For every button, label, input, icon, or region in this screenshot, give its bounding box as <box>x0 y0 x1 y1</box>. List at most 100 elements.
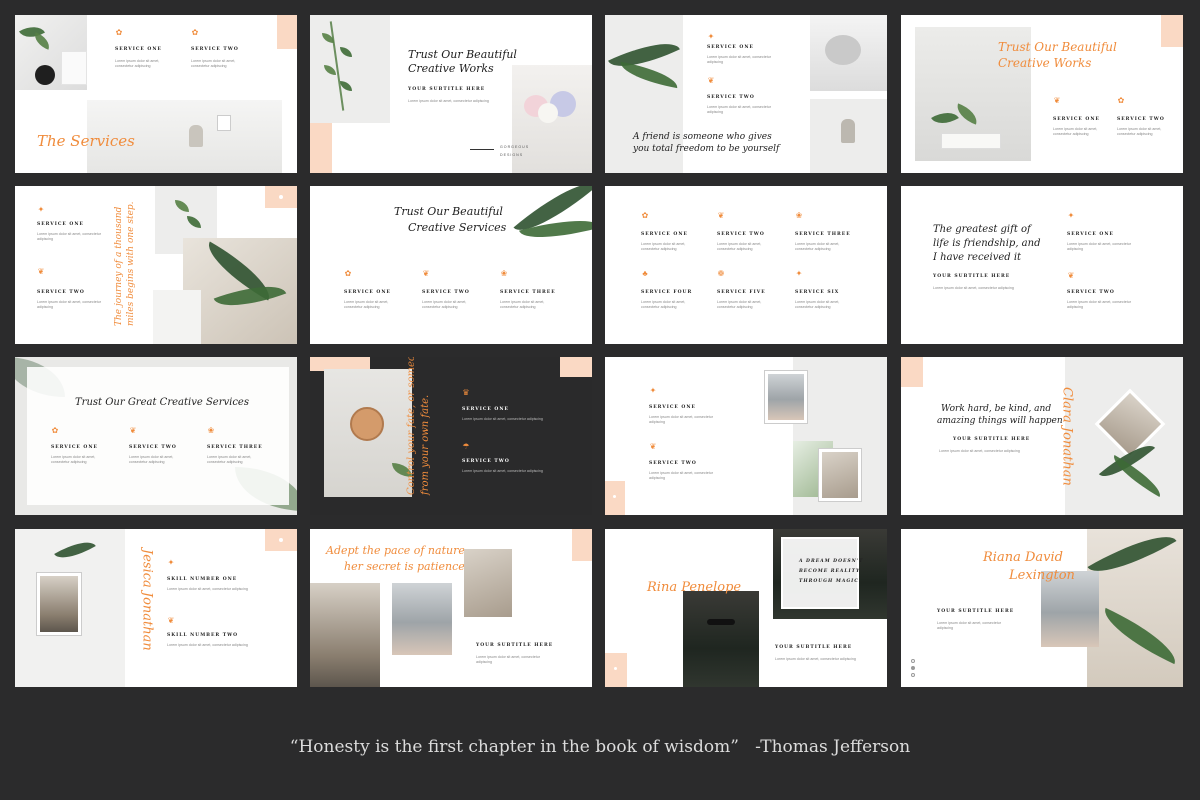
leaf-icon: ❦ <box>649 442 657 451</box>
service-label: SERVICE ONE <box>641 232 688 237</box>
slide-1[interactable]: The Services ✿ SERVICE ONE Lorem ipsum d… <box>15 15 297 173</box>
tag-line2: DESIGNS <box>500 153 524 157</box>
clock-icon <box>350 407 384 441</box>
flower-icon: ✿ <box>1117 96 1125 105</box>
slide-title-line2: life is friendship, and <box>933 238 1041 249</box>
slide-5[interactable]: ✦ SERVICE ONE Lorem ipsum dolor sit amet… <box>15 186 297 344</box>
service-label: SERVICE FOUR <box>641 290 693 295</box>
slide-12[interactable]: Work hard, be kind, and amazing things w… <box>901 357 1183 515</box>
slide-3[interactable]: ✦ SERVICE ONE Lorem ipsum dolor sit amet… <box>605 15 887 173</box>
slide-subtitle: YOUR SUBTITLE HERE <box>937 609 1015 614</box>
service-label: SERVICE TWO <box>191 47 239 52</box>
slide-subtitle: YOUR SUBTITLE HERE <box>408 87 486 92</box>
vertical-name: Jesica Jonathan <box>139 549 155 651</box>
service-label: SERVICE TWO <box>649 461 697 466</box>
service-label: SERVICE ONE <box>115 47 162 52</box>
slide-title-line3: I have received it <box>933 252 1022 263</box>
quote-line1: A DREAM DOESN'T <box>799 559 864 564</box>
service-text: Lorem ipsum dolor sit amet, consectetur … <box>500 300 545 309</box>
slide-title: Trust Our Great Creative Services <box>75 397 249 408</box>
slide-8[interactable]: The greatest gift of life is friendship,… <box>901 186 1183 344</box>
desk-photo <box>153 290 201 344</box>
vertical-name: Clara Jonathan <box>1059 387 1075 486</box>
portrait-photo <box>392 583 452 655</box>
slide-subtitle: YOUR SUBTITLE HERE <box>476 643 554 648</box>
content-card <box>27 367 289 505</box>
service-label: SERVICE TWO <box>422 290 470 295</box>
flower-icon: ✿ <box>115 28 123 37</box>
crown-icon: ♛ <box>462 388 470 397</box>
slide-13[interactable]: Jesica Jonathan ✦ SKILL NUMBER ONE Lorem… <box>15 529 297 687</box>
service-label: SERVICE ONE <box>1067 232 1114 237</box>
service-text: Lorem ipsum dolor sit amet, consectetur … <box>641 300 686 309</box>
slide-15[interactable]: A DREAM DOESN'T BECOME REALITY THROUGH M… <box>605 529 887 687</box>
portrait-photo <box>683 591 759 687</box>
chair <box>841 119 855 143</box>
picture-frame <box>217 115 231 131</box>
service-text: Lorem ipsum dolor sit amet, consectetur … <box>422 300 467 309</box>
page-dot <box>911 659 915 663</box>
service-text: Lorem ipsum dolor sit amet, consectetur … <box>1067 300 1131 309</box>
service-text: Lorem ipsum dolor sit amet, consectetur … <box>1117 127 1162 136</box>
slide-title-line2: Creative Works <box>998 56 1092 70</box>
slide-subtitle: YOUR SUBTITLE HERE <box>953 437 1031 442</box>
service-text: Lorem ipsum dolor sit amet, consectetur … <box>707 55 771 64</box>
accent-square <box>901 357 923 387</box>
accent-square <box>310 123 332 173</box>
slide-4[interactable]: Trust Our Beautiful Creative Works ❦ SER… <box>901 15 1183 173</box>
slide-11[interactable]: ✦ SERVICE ONE Lorem ipsum dolor sit amet… <box>605 357 887 515</box>
footer-quote: “Honesty is the first chapter in the boo… <box>0 737 1200 757</box>
magnifier-icon <box>35 65 55 85</box>
service-label: SERVICE TWO <box>37 290 85 295</box>
skill-text: Lorem ipsum dolor sit amet, consectetur … <box>167 587 248 591</box>
service-label: SERVICE THREE <box>500 290 556 295</box>
accent-dot <box>279 538 283 542</box>
slide-title: The Services <box>37 132 135 150</box>
service-label: SERVICE ONE <box>649 405 696 410</box>
slide-title-line1: Trust Our Beautiful <box>998 40 1117 54</box>
slide-10[interactable]: Control your fate, or someone else will.… <box>310 357 592 515</box>
service-text: Lorem ipsum dolor sit amet, consectetur … <box>129 455 174 464</box>
umbrella-icon: ☂ <box>462 442 470 451</box>
plant-photo <box>310 15 390 123</box>
body-text: Lorem ipsum dolor sit amet, consectetur … <box>937 621 1001 630</box>
service-text: Lorem ipsum dolor sit amet, consectetur … <box>795 300 840 309</box>
leaf-icon: ❦ <box>167 616 175 625</box>
slide-thumbnail-grid: The Services ✿ SERVICE ONE Lorem ipsum d… <box>0 0 1200 700</box>
divider <box>470 149 494 150</box>
chair <box>189 125 203 147</box>
slide-title-line1: Trust Our Beautiful <box>408 48 517 61</box>
slide-title-line2: Creative Services <box>408 221 507 234</box>
quote-text: “Honesty is the first chapter in the boo… <box>289 737 739 757</box>
service-text: Lorem ipsum dolor sit amet, consectetur … <box>1067 242 1131 251</box>
slide-16[interactable]: Riana David Lexington YOUR SUBTITLE HERE… <box>901 529 1183 687</box>
body-text: Lorem ipsum dolor sit amet, consectetur … <box>933 286 1014 290</box>
quote-line2: you total freedom to be yourself <box>633 144 780 154</box>
accent-dot <box>614 667 617 670</box>
accent-square <box>572 529 592 561</box>
service-label: SERVICE ONE <box>1053 117 1100 122</box>
service-text: Lorem ipsum dolor sit amet, consectetur … <box>649 471 713 480</box>
skill-text: Lorem ipsum dolor sit amet, consectetur … <box>167 643 248 647</box>
leaf-icon: ❦ <box>129 426 137 435</box>
flower-icon: ✿ <box>344 269 352 278</box>
deer-icon: ✦ <box>649 386 657 395</box>
slide-2[interactable]: Trust Our Beautiful Creative Works YOUR … <box>310 15 592 173</box>
vertical-quote-line2: miles begins with one step. <box>126 201 136 326</box>
service-text: Lorem ipsum dolor sit amet, consectetur … <box>37 300 101 309</box>
hydrangea-white <box>538 103 558 123</box>
accent-square <box>605 653 627 687</box>
flower-icon: ✿ <box>191 28 199 37</box>
accent-dot <box>279 195 283 199</box>
quote-author: -Thomas Jefferson <box>755 737 911 757</box>
skill-label: SKILL NUMBER TWO <box>167 633 239 638</box>
service-text: Lorem ipsum dolor sit amet, consectetur … <box>707 105 771 114</box>
slide-6[interactable]: Trust Our Beautiful Creative Services ✿ … <box>310 186 592 344</box>
books-stack <box>941 133 1001 149</box>
slide-7[interactable]: ✿ SERVICE ONE Lorem ipsum dolor sit amet… <box>605 186 887 344</box>
lotus-icon: ❁ <box>717 269 725 278</box>
slide-9[interactable]: Trust Our Great Creative Services ✿ SERV… <box>15 357 297 515</box>
tag-line1: GORGEOUS <box>500 145 530 149</box>
slide-14[interactable]: Adept the pace of nature her secret is p… <box>310 529 592 687</box>
deer-icon: ✦ <box>167 558 175 567</box>
